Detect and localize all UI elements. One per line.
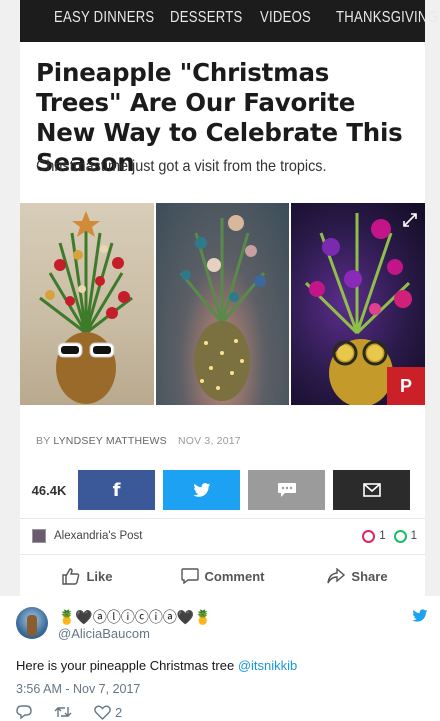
pineapple-tree-illustration-1 [39,211,133,404]
share-arrow-icon [327,568,346,584]
photo-pineapple-sunglasses [20,203,154,405]
share-count: 46.4K [31,482,67,498]
nav-item-easy-dinners[interactable]: EASY DINNERS [54,9,154,27]
nav-item-desserts[interactable]: DESSERTS [170,9,242,27]
post-source-row: Alexandria's Post 1 1 [32,526,417,546]
thumbs-up-icon [62,567,80,585]
site-nav-bar: EASY DINNERS DESSERTS VIDEOS THANKSGIVIN… [20,0,438,42]
reaction-counts[interactable]: 1 1 [362,529,417,543]
tweet-author-avatar[interactable] [16,607,48,639]
photo-pineapple-ornaments: P [291,203,426,405]
facebook-icon: f [112,479,121,501]
photo-pineapple-lights [155,203,290,405]
comment-button[interactable]: Comment [155,562,290,590]
mail-icon [362,483,381,497]
byline-author[interactable]: LYNDSEY MATTHEWS [53,435,166,447]
comment-bubble-icon [393,529,407,543]
comment-count: 1 [410,530,417,542]
nav-item-thanksgiving[interactable]: THANKSGIVING [336,9,438,27]
facebook-share-button[interactable]: f [78,470,155,510]
pinterest-save-button[interactable]: P [387,367,426,405]
heart-outline-icon [94,705,111,720]
sms-icon [277,483,296,497]
article-byline: BY LYNDSEY MATTHEWS NOV 3, 2017 [36,435,241,447]
page-name[interactable]: Alexandria's Post [54,530,143,542]
share-label: Share [351,568,388,584]
tweet-display-name[interactable]: 🍍🖤ⓐⓛⓘⓒⓘⓐ🖤🍍 [58,607,212,627]
post-actions: Like Comment Share [20,562,425,590]
twitter-icon [192,482,210,497]
divider [20,554,425,555]
article-photo-collage[interactable]: P [20,203,426,405]
like-button[interactable]: Like [20,562,155,590]
article-subhead: Christmastime just got a visit from the … [36,158,327,175]
tweet-mention-link[interactable]: @itsnikkib [238,658,297,673]
comment-label: Comment [204,568,265,584]
sms-share-button[interactable] [248,470,325,510]
retweet-button[interactable] [54,705,72,719]
twitter-share-button[interactable] [163,470,240,510]
twitter-bird-icon[interactable] [412,609,428,623]
tweet-body: Here is your pineapple Christmas tree [16,658,238,673]
heart-icon [362,529,376,543]
embedded-facebook-post: EASY DINNERS DESSERTS VIDEOS THANKSGIVIN… [0,0,440,596]
reply-icon [16,705,32,720]
email-share-button[interactable] [333,470,410,510]
page-avatar[interactable] [32,529,46,543]
retweet-icon [54,707,72,717]
heart-count: 1 [379,530,386,542]
tweet-actions: 2 [16,704,144,720]
expand-icon[interactable] [403,213,417,227]
byline-date: NOV 3, 2017 [177,435,241,447]
comment-icon [180,568,199,584]
share-button[interactable]: Share [290,562,425,590]
byline-prefix: BY [36,435,51,447]
tweet-handle[interactable]: @AliciaBaucom [58,626,150,641]
tweet-text: Here is your pineapple Christmas tree @i… [16,658,297,673]
like-tweet-button[interactable]: 2 [94,705,122,720]
like-label: Like [86,568,113,584]
nav-item-videos[interactable]: VIDEOS [260,9,311,27]
pineapple-tree-illustration-2 [179,215,266,401]
share-bar: 46.4K f [20,470,425,510]
divider [20,518,425,519]
tweet-timestamp[interactable]: 3:56 AM - Nov 7, 2017 [16,682,140,696]
reply-button[interactable] [16,704,32,720]
like-count: 2 [115,704,123,720]
article-card[interactable]: EASY DINNERS DESSERTS VIDEOS THANKSGIVIN… [20,0,438,596]
